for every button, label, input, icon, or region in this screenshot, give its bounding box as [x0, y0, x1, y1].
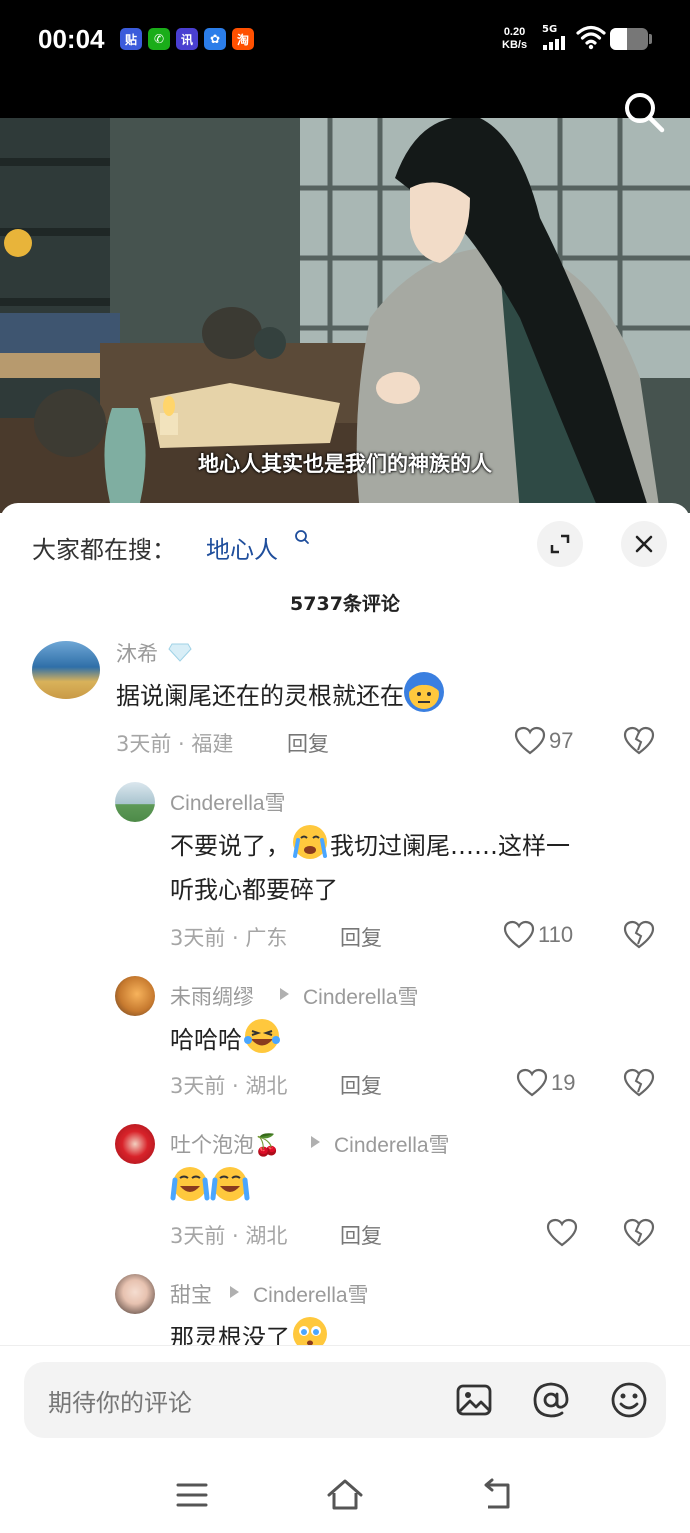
- comment-meta: 3天前 · 福建: [116, 732, 234, 756]
- comment-location: 广东: [245, 926, 288, 950]
- comment-username[interactable]: 沐希: [116, 638, 158, 668]
- comment-text-body: 据说阑尾还在的灵根就还在: [116, 682, 404, 710]
- comment-text-part2: 我切过阑尾……这样一: [330, 832, 570, 860]
- close-icon: [635, 535, 653, 553]
- comment-username[interactable]: 未雨绸缪: [170, 981, 254, 1011]
- network-speed: 0.20 KB/s: [502, 26, 527, 52]
- reply-to-username[interactable]: Cinderella雪: [303, 981, 419, 1011]
- at-mention-icon[interactable]: [531, 1380, 571, 1420]
- video-subtitle: 地心人其实也是我们的神族的人: [198, 452, 492, 476]
- comment-input-placeholder: 期待你的评论: [48, 1389, 192, 1417]
- hot-search-prefix: 大家都在搜：: [32, 536, 176, 564]
- comment-location: 福建: [191, 732, 234, 756]
- reply-button[interactable]: 回复: [287, 728, 329, 758]
- notification-icons: 贴 ✆ 讯 ✿ 淘: [120, 28, 254, 50]
- emoji-icon[interactable]: [609, 1380, 649, 1420]
- battery-icon: [610, 28, 648, 50]
- reply-button[interactable]: 回复: [340, 1220, 382, 1250]
- wechat-icon: ✆: [148, 28, 170, 50]
- back-icon[interactable]: [478, 1475, 518, 1515]
- avatar[interactable]: [115, 976, 155, 1016]
- signal-type: 5G: [542, 24, 558, 35]
- comment-location: 湖北: [245, 1224, 288, 1248]
- cry-face-icon: [290, 822, 330, 862]
- comment-text: 哈哈哈: [170, 1016, 282, 1062]
- avatar[interactable]: [115, 1124, 155, 1164]
- home-icon[interactable]: [325, 1475, 365, 1515]
- comment-meta: 3天前 · 湖北: [170, 1074, 288, 1098]
- avatar[interactable]: [115, 782, 155, 822]
- dislike-icon[interactable]: [623, 1218, 655, 1248]
- signal-bars-icon: [543, 36, 565, 50]
- taobao-icon: 淘: [232, 28, 254, 50]
- reply-button[interactable]: 回复: [340, 922, 382, 952]
- comment-username[interactable]: 甜宝: [170, 1279, 212, 1309]
- like-button[interactable]: 19: [516, 1068, 575, 1098]
- status-time: 00:04: [38, 24, 105, 54]
- like-count: 97: [549, 728, 574, 753]
- avatar[interactable]: [115, 1274, 155, 1314]
- diamond-badge-icon: [168, 643, 192, 662]
- comment-time: 3天前: [116, 732, 172, 756]
- dislike-icon[interactable]: [623, 726, 655, 756]
- comment-text: 据说阑尾还在的灵根就还在: [116, 672, 444, 718]
- comment-meta: 3天前 · 广东: [170, 926, 288, 950]
- comment-time: 3天前: [170, 1224, 226, 1248]
- comment-text: [170, 1164, 250, 1210]
- cold-face-icon: [404, 672, 444, 712]
- like-button[interactable]: 110: [503, 920, 573, 950]
- system-nav-bar: [0, 1455, 690, 1533]
- comment-meta: 3天前 · 湖北: [170, 1224, 288, 1248]
- loud-crying-icon: [170, 1164, 210, 1204]
- heart-icon: [514, 726, 546, 755]
- hot-search-link[interactable]: 地心人: [206, 530, 278, 565]
- laugh-tears-icon: [242, 1016, 282, 1056]
- like-count: 110: [538, 922, 574, 947]
- like-count: 19: [551, 1070, 576, 1095]
- expand-icon: [550, 534, 570, 554]
- expand-button[interactable]: [537, 521, 583, 567]
- avatar[interactable]: [32, 641, 100, 699]
- video-player[interactable]: 地心人其实也是我们的神族的人: [0, 118, 690, 513]
- net-speed-unit: KB/s: [502, 39, 528, 51]
- comment-location: 湖北: [245, 1074, 288, 1098]
- battery-tip: [649, 34, 652, 44]
- comment-username[interactable]: Cinderella雪: [170, 787, 286, 817]
- heart-icon: [503, 920, 535, 949]
- comment-text: 不要说了， 我切过阑尾……这样一 听我心都要碎了: [170, 822, 670, 912]
- comment-username[interactable]: 吐个泡泡🍒: [170, 1129, 280, 1159]
- comment-time: 3天前: [170, 1074, 226, 1098]
- small-search-icon[interactable]: [294, 529, 310, 547]
- reply-to-username[interactable]: Cinderella雪: [334, 1129, 450, 1159]
- comment-time: 3天前: [170, 926, 226, 950]
- dislike-icon[interactable]: [623, 920, 655, 950]
- menu-icon[interactable]: [172, 1475, 212, 1515]
- dislike-icon[interactable]: [623, 1068, 655, 1098]
- comment-input[interactable]: 期待你的评论: [24, 1362, 666, 1438]
- reply-arrow-icon: [230, 1286, 239, 1298]
- tieba-icon: 贴: [120, 28, 142, 50]
- status-bar: 00:04 贴 ✆ 讯 ✿ 淘 0.20 KB/s 5G: [0, 0, 690, 118]
- like-button[interactable]: 97: [514, 726, 573, 756]
- like-button[interactable]: [546, 1218, 581, 1248]
- comment-text-part3: 听我心都要碎了: [170, 876, 338, 904]
- search-icon[interactable]: [620, 88, 668, 136]
- baidu-icon: ✿: [204, 28, 226, 50]
- reply-arrow-icon: [280, 988, 289, 1000]
- heart-icon: [516, 1068, 548, 1097]
- reply-arrow-icon: [311, 1136, 320, 1148]
- reply-button[interactable]: 回复: [340, 1070, 382, 1100]
- net-speed-value: 0.20: [503, 26, 526, 38]
- loud-crying-icon: [210, 1164, 250, 1204]
- comment-input-area: 期待你的评论: [0, 1345, 690, 1455]
- reply-to-username[interactable]: Cinderella雪: [253, 1279, 369, 1309]
- wifi-icon: [576, 25, 606, 50]
- news-icon: 讯: [176, 28, 198, 50]
- comment-count: 5737条评论: [290, 593, 400, 615]
- comment-text-part1: 不要说了，: [170, 832, 290, 860]
- close-button[interactable]: [621, 521, 667, 567]
- heart-icon: [546, 1218, 578, 1247]
- image-icon[interactable]: [454, 1380, 494, 1420]
- comment-text-body: 哈哈哈: [170, 1026, 242, 1054]
